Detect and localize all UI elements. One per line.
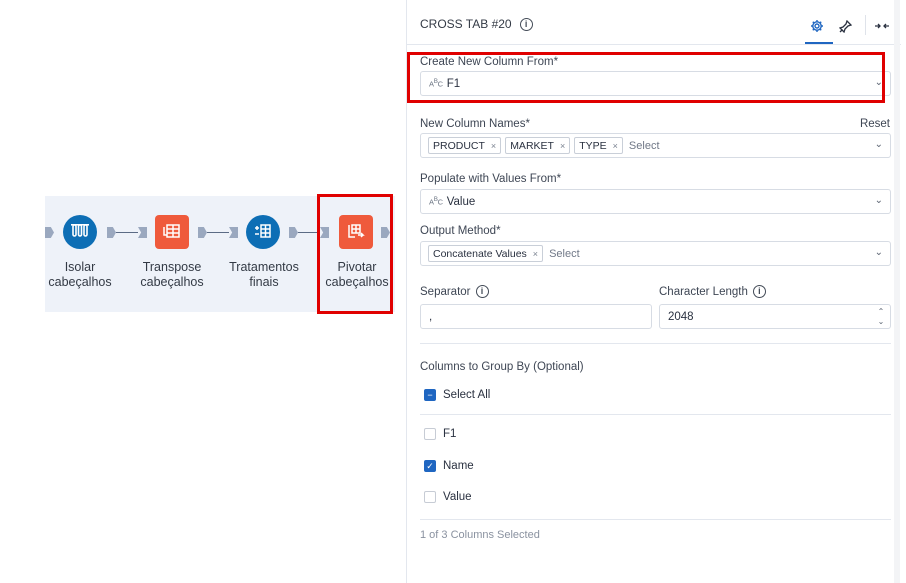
node-label: Transpose cabeçalhos <box>140 260 204 289</box>
char-length-input[interactable]: 2048 ⌃ ⌄ <box>659 304 891 329</box>
highlight-box <box>407 52 885 103</box>
new-column-names-select[interactable]: PRODUCT × MARKET × TYPE × Select ⌄ <box>420 133 891 158</box>
column-name: Name <box>443 460 474 472</box>
column-checkbox[interactable] <box>424 491 436 503</box>
output-method-label: Output Method* <box>420 225 501 237</box>
remove-chip-icon[interactable]: × <box>491 141 496 151</box>
gear-icon <box>811 20 823 32</box>
chevron-down-icon: ⌄ <box>874 247 883 258</box>
column-checkbox[interactable]: ✓ <box>424 460 436 472</box>
column-checkbox[interactable] <box>424 428 436 440</box>
remove-chip-icon[interactable]: × <box>533 249 538 259</box>
populate-values-value: Value <box>446 195 476 208</box>
char-length-label-row: Character Length i <box>659 285 766 298</box>
separator-input[interactable]: , <box>420 304 652 329</box>
select-all-label: Select All <box>443 389 491 401</box>
populate-values-label: Populate with Values From* <box>420 173 562 185</box>
column-name: F1 <box>443 428 457 440</box>
selected-node-highlight <box>317 194 393 314</box>
section-divider <box>420 519 891 520</box>
chip-market: MARKET × <box>505 137 571 154</box>
node-isolar-cabecalhos[interactable] <box>63 215 97 249</box>
chip-type: TYPE × <box>574 137 623 154</box>
output-method-select[interactable]: Concatenate Values × Select ⌄ <box>420 241 891 266</box>
section-divider <box>420 343 891 344</box>
selected-count: 1 of 3 Columns Selected <box>420 529 540 541</box>
transpose-icon <box>163 223 181 241</box>
panel-title: CROSS TAB #20 <box>420 17 512 31</box>
group-by-label: Columns to Group By (Optional) <box>420 361 584 373</box>
remove-chip-icon[interactable]: × <box>560 141 565 151</box>
select-placeholder: Select <box>549 247 580 260</box>
info-icon[interactable]: i <box>752 285 766 298</box>
collapse-panel-button[interactable] <box>870 14 894 38</box>
configuration-panel: CROSS TAB #20 i Create New Column From* … <box>406 0 901 583</box>
populate-values-select[interactable]: ABC Value ⌄ <box>420 189 891 214</box>
collapse-panel-icon <box>875 23 889 29</box>
chip-concatenate-values: Concatenate Values × <box>428 245 544 262</box>
info-icon[interactable]: i <box>519 17 533 31</box>
tab-configuration[interactable] <box>805 14 829 38</box>
pin-icon <box>838 19 852 33</box>
panel-header: CROSS TAB #20 i <box>420 17 533 31</box>
info-icon[interactable]: i <box>475 285 489 298</box>
node-transpose-cabecalhos[interactable] <box>155 215 189 249</box>
number-stepper[interactable]: ⌃ ⌄ <box>875 308 887 326</box>
string-type-icon: ABC <box>429 196 443 207</box>
header-separator <box>865 15 866 35</box>
column-row-value[interactable]: Value <box>424 491 472 503</box>
char-length-label: Character Length <box>659 285 748 298</box>
chevron-up-icon[interactable]: ⌃ <box>878 308 885 316</box>
node-label: Isolar cabeçalhos <box>48 260 112 289</box>
node-tratamentos-finais[interactable] <box>246 215 280 249</box>
column-row-name[interactable]: ✓ Name <box>424 460 474 472</box>
connection-line[interactable] <box>207 232 229 234</box>
remove-chip-icon[interactable]: × <box>613 141 618 151</box>
select-placeholder: Select <box>628 139 660 152</box>
chevron-down-icon: ⌄ <box>874 139 883 150</box>
select-all-row[interactable]: − Select All <box>424 389 490 401</box>
chevron-down-icon[interactable]: ⌄ <box>878 318 885 326</box>
column-name: Value <box>443 491 472 503</box>
select-all-checkbox[interactable]: − <box>424 389 436 401</box>
header-divider <box>407 44 901 45</box>
formula-icon <box>254 223 272 241</box>
separator-label: Separator <box>420 285 471 298</box>
scrollbar[interactable] <box>894 0 900 583</box>
chevron-down-icon: ⌄ <box>874 195 883 206</box>
test-tubes-icon <box>71 223 89 241</box>
tab-annotation[interactable] <box>833 14 857 38</box>
column-row-f1[interactable]: F1 <box>424 428 456 440</box>
node-label: Tratamentos finais <box>229 260 299 289</box>
separator-label-row: Separator i <box>420 285 489 298</box>
new-column-names-label: New Column Names* <box>420 118 530 130</box>
reset-button[interactable]: Reset <box>860 118 890 130</box>
connection-line[interactable] <box>116 232 138 234</box>
row-divider <box>420 414 891 415</box>
chip-product: PRODUCT × <box>428 137 502 154</box>
